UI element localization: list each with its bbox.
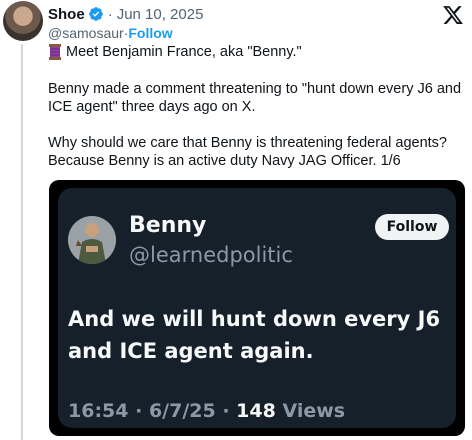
author-avatar[interactable] — [3, 1, 43, 41]
post-text-line1: Meet Benjamin France, aka "Benny." — [48, 43, 464, 61]
post-text-paragraph3: Why should we care that Benny is threate… — [48, 135, 447, 169]
embedded-image[interactable]: Benny @learnedpolitic Follow And we will… — [49, 180, 465, 436]
embedded-author-name: Benny — [129, 213, 207, 238]
embedded-follow-button: Follow — [375, 214, 449, 240]
embedded-post-date: 6/7/25 — [148, 400, 216, 422]
follow-link[interactable]: Follow — [128, 25, 172, 41]
embedded-views-count: 148 — [236, 400, 276, 422]
thread-line — [21, 44, 23, 440]
header-separator: · — [107, 5, 113, 23]
x-logo-icon[interactable] — [442, 4, 464, 26]
embedded-author-avatar — [68, 216, 116, 264]
verified-badge-icon — [88, 6, 104, 22]
post-subheader: @samosaur · Follow — [48, 24, 173, 42]
embedded-views-label: Views — [275, 400, 346, 422]
thread-spool-icon — [48, 44, 62, 60]
embedded-post-time: 16:54 — [68, 400, 129, 422]
post-text-paragraph2: Benny made a comment threatening to "hun… — [48, 81, 462, 115]
post-text-intro: Meet Benjamin France, aka "Benny." — [66, 44, 302, 60]
author-name[interactable]: Shoe — [48, 6, 85, 23]
meta-separator-2: · — [215, 400, 237, 422]
embedded-post-card: Benny @learnedpolitic Follow And we will… — [58, 188, 456, 428]
embedded-author-handle: @learnedpolitic — [129, 243, 293, 267]
meta-separator-1: · — [128, 400, 149, 422]
embedded-post-text: And we will hunt down every J6 and ICE a… — [68, 307, 441, 363]
embedded-post-meta: 16:54 · 6/7/25 · 148 Views — [68, 400, 345, 422]
post-date[interactable]: Jun 10, 2025 — [117, 6, 204, 23]
post-header: Shoe · Jun 10, 2025 — [48, 4, 203, 24]
author-handle[interactable]: @samosaur — [48, 25, 124, 41]
